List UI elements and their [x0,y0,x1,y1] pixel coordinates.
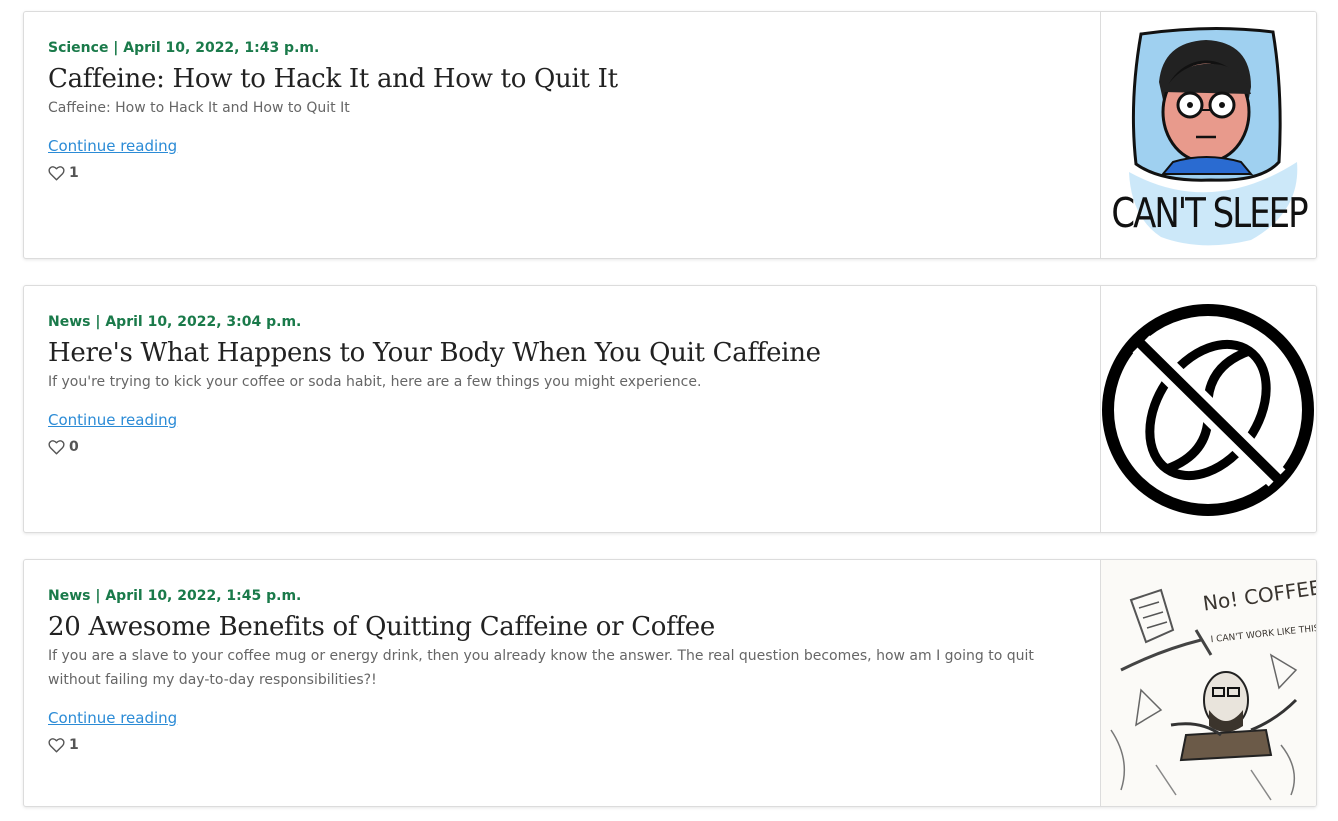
post-card: News | April 10, 2022, 3:04 p.m. Here's … [23,285,1317,533]
post-thumbnail-no-coffee[interactable] [1100,286,1316,532]
post-card: Science | April 10, 2022, 1:43 p.m. Caff… [23,11,1317,259]
like-button[interactable]: 1 [48,164,1078,182]
post-title[interactable]: Here's What Happens to Your Body When Yo… [48,336,1078,370]
no-coffee-cartoon-illustration: No! COFFEE! I CAN'T WORK LIKE THIS! [1101,560,1316,806]
post-thumbnail-cant-sleep[interactable]: CAN'T SLEEP [1100,12,1316,258]
post-card-body: News | April 10, 2022, 3:04 p.m. Here's … [48,312,1078,456]
continue-reading-link[interactable]: Continue reading [48,708,177,728]
image-caption: CAN'T SLEEP [1111,189,1308,237]
like-count: 0 [69,439,79,455]
post-excerpt: If you're trying to kick your coffee or … [48,374,702,390]
post-excerpt: Caffeine: How to Hack It and How to Quit… [48,100,350,116]
like-button[interactable]: 1 [48,736,1078,754]
no-coffee-bean-icon [1102,304,1314,516]
post-card-body: News | April 10, 2022, 1:45 p.m. 20 Awes… [48,586,1078,754]
heart-icon [48,166,65,181]
post-meta: News | April 10, 2022, 3:04 p.m. [48,314,302,330]
like-button[interactable]: 0 [48,438,1078,456]
post-excerpt: If you are a slave to your coffee mug or… [48,648,1034,688]
like-count: 1 [69,737,79,753]
like-count: 1 [69,165,79,181]
continue-reading-link[interactable]: Continue reading [48,410,177,430]
post-meta: Science | April 10, 2022, 1:43 p.m. [48,40,320,56]
post-title[interactable]: Caffeine: How to Hack It and How to Quit… [48,62,1078,96]
post-card: News | April 10, 2022, 1:45 p.m. 20 Awes… [23,559,1317,807]
heart-icon [48,738,65,753]
post-card-body: Science | April 10, 2022, 1:43 p.m. Caff… [48,38,1078,182]
heart-icon [48,440,65,455]
post-meta: News | April 10, 2022, 1:45 p.m. [48,588,302,604]
continue-reading-link[interactable]: Continue reading [48,136,177,156]
post-title[interactable]: 20 Awesome Benefits of Quitting Caffeine… [48,610,1078,644]
post-thumbnail-no-coffee-cartoon[interactable]: No! COFFEE! I CAN'T WORK LIKE THIS! [1100,560,1316,806]
cant-sleep-illustration: CAN'T SLEEP [1111,26,1310,246]
